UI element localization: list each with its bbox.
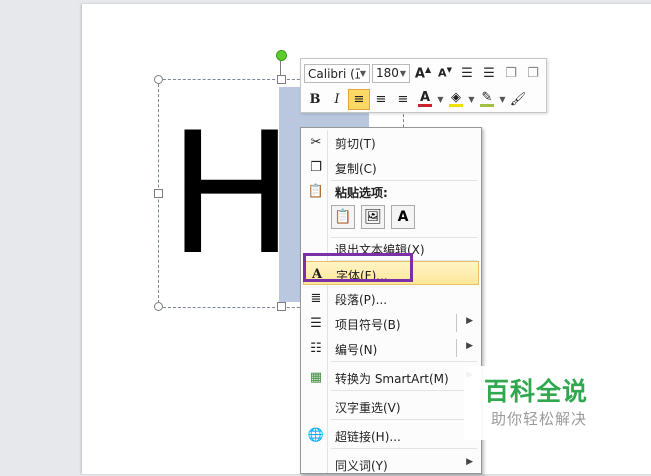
font-size-select[interactable]: 180 ▼ [372, 63, 410, 83]
menu-item-cut[interactable]: ✂ 剪切(T) [303, 130, 479, 154]
shape-fill-button[interactable]: ◈ [445, 89, 467, 110]
send-backward-button[interactable]: ❐ [522, 63, 544, 84]
send-backward-icon: ❐ [527, 65, 539, 81]
resize-handle-bottom-left[interactable] [154, 302, 163, 311]
watermark-subtitle: 助你轻松解决 [491, 410, 588, 428]
paste-text-only-icon: A [397, 209, 409, 225]
italic-icon: I [334, 91, 340, 107]
scissors-icon: ✂ [310, 134, 322, 150]
menu-item-label: 编号(N) [335, 343, 378, 357]
font-color-swatch [418, 103, 432, 107]
grow-font-icon: A▲ [414, 64, 432, 82]
menu-separator [331, 180, 477, 181]
outdent-icon: ☰ [461, 65, 473, 81]
chevron-down-icon[interactable]: ▼ [498, 95, 507, 104]
submenu-divider [456, 339, 457, 357]
resize-handle-top[interactable] [277, 75, 286, 84]
resize-handle-bottom[interactable] [277, 302, 286, 311]
align-right-button[interactable]: ≡ [392, 89, 414, 110]
hyperlink-icon: 🌐 [307, 427, 325, 443]
grow-font-button[interactable]: A▲ [412, 63, 434, 84]
bold-icon: B [309, 91, 321, 107]
bring-forward-icon: ❐ [505, 65, 517, 81]
italic-button[interactable]: I [326, 89, 348, 110]
paste-keep-source-icon: 📋 [334, 209, 352, 225]
menu-separator [331, 361, 477, 362]
paste-icon: 📋 [307, 183, 325, 199]
menu-item-label: 段落(P)... [335, 293, 388, 307]
paste-picture-button[interactable]: 🖼 [361, 205, 385, 229]
paste-picture-icon: 🖼 [364, 209, 382, 225]
menu-item-paste-options: 📋 粘贴选项: [303, 179, 479, 203]
menu-item-hyperlink[interactable]: 🌐 超链接(H)... [303, 423, 479, 447]
pen-icon: ✎ [481, 89, 493, 105]
paste-keep-source-button[interactable]: 📋 [331, 205, 355, 229]
context-menu: ✂ 剪切(T) ❐ 复制(C) 📋 粘贴选项: 退出文本编辑(X) A 字体(F… [300, 127, 482, 474]
mini-toolbar: Calibri (正 ▼ 180 ▼ A▲ A▼ ☰ ☰ ❐ ❐ B I ≡ ≡… [300, 58, 547, 113]
smartart-icon: ▦ [309, 369, 323, 385]
paint-bucket-icon: ◈ [451, 89, 461, 105]
submenu-arrow-icon[interactable]: ▶ [466, 457, 473, 467]
menu-item-paragraph[interactable]: ≣ 段落(P)... [303, 286, 479, 310]
chevron-down-icon: ▼ [359, 68, 366, 78]
shrink-font-icon: A▼ [438, 66, 452, 80]
chevron-down-icon[interactable]: ▼ [436, 95, 445, 104]
annotation-highlight-box [303, 253, 413, 282]
shrink-font-button[interactable]: A▼ [434, 63, 456, 84]
rotation-handle[interactable] [276, 50, 287, 61]
menu-item-hanzi-reconvert[interactable]: 汉字重选(V) [303, 394, 479, 418]
menu-item-synonym[interactable]: 同义词(Y) ▶ [303, 452, 479, 476]
chevron-down-icon: ▼ [399, 68, 406, 78]
chevron-down-icon[interactable]: ▼ [467, 95, 476, 104]
indent-icon: ☰ [483, 65, 495, 81]
bullets-icon: ☰ [310, 315, 322, 331]
submenu-divider [456, 314, 457, 332]
watermark-title: 百科全说 [484, 377, 589, 406]
menu-item-label: 复制(C) [335, 162, 377, 176]
menu-item-label: 汉字重选(V) [335, 401, 401, 415]
menu-item-copy[interactable]: ❐ 复制(C) [303, 155, 479, 179]
bring-forward-button[interactable]: ❐ [500, 63, 522, 84]
resize-handle-left[interactable] [154, 189, 163, 198]
paste-text-only-button[interactable]: A [391, 205, 415, 229]
font-name-value: Calibri (正 [308, 66, 360, 81]
menu-item-label: 超链接(H)... [335, 430, 401, 444]
menu-item-label: 项目符号(B) [335, 318, 401, 332]
font-color-icon: A [419, 89, 431, 105]
decrease-list-level-button[interactable]: ☰ [456, 63, 478, 84]
menu-separator [331, 448, 477, 449]
resize-handle-top-left[interactable] [154, 75, 163, 84]
align-center-icon: ≡ [375, 91, 387, 107]
font-size-value: 180 [376, 66, 399, 80]
paragraph-icon: ≣ [310, 290, 322, 306]
shape-outline-button[interactable]: ✎ [476, 89, 498, 110]
menu-item-label: 转换为 SmartArt(M) [335, 372, 449, 386]
submenu-arrow-icon[interactable]: ▶ [466, 316, 473, 326]
copy-icon: ❐ [310, 159, 322, 175]
menu-separator [331, 390, 477, 391]
format-painter-icon: 🖌 [509, 91, 527, 107]
menu-item-bullets[interactable]: ☰ 项目符号(B) ▶ [303, 311, 479, 335]
align-center-button[interactable]: ≡ [370, 89, 392, 110]
align-right-icon: ≡ [397, 91, 409, 107]
bold-button[interactable]: B [304, 89, 326, 110]
font-color-button[interactable]: A [414, 89, 436, 110]
menu-item-smartart[interactable]: ▦ 转换为 SmartArt(M) ▶ [303, 365, 479, 389]
align-left-icon: ≡ [353, 91, 365, 107]
align-left-button[interactable]: ≡ [348, 88, 370, 110]
format-painter-button[interactable]: 🖌 [507, 89, 529, 110]
numbering-icon: ☷ [310, 340, 322, 356]
submenu-arrow-icon[interactable]: ▶ [466, 341, 473, 351]
menu-separator [331, 419, 477, 420]
menu-item-label: 剪切(T) [335, 137, 376, 151]
menu-item-label: 粘贴选项: [335, 186, 388, 200]
fill-color-swatch [449, 103, 463, 107]
menu-item-numbering[interactable]: ☷ 编号(N) ▶ [303, 336, 479, 360]
increase-list-level-button[interactable]: ☰ [478, 63, 500, 84]
menu-item-label: 同义词(Y) [335, 459, 388, 473]
font-name-select[interactable]: Calibri (正 ▼ [304, 63, 370, 83]
outline-color-swatch [480, 103, 494, 107]
